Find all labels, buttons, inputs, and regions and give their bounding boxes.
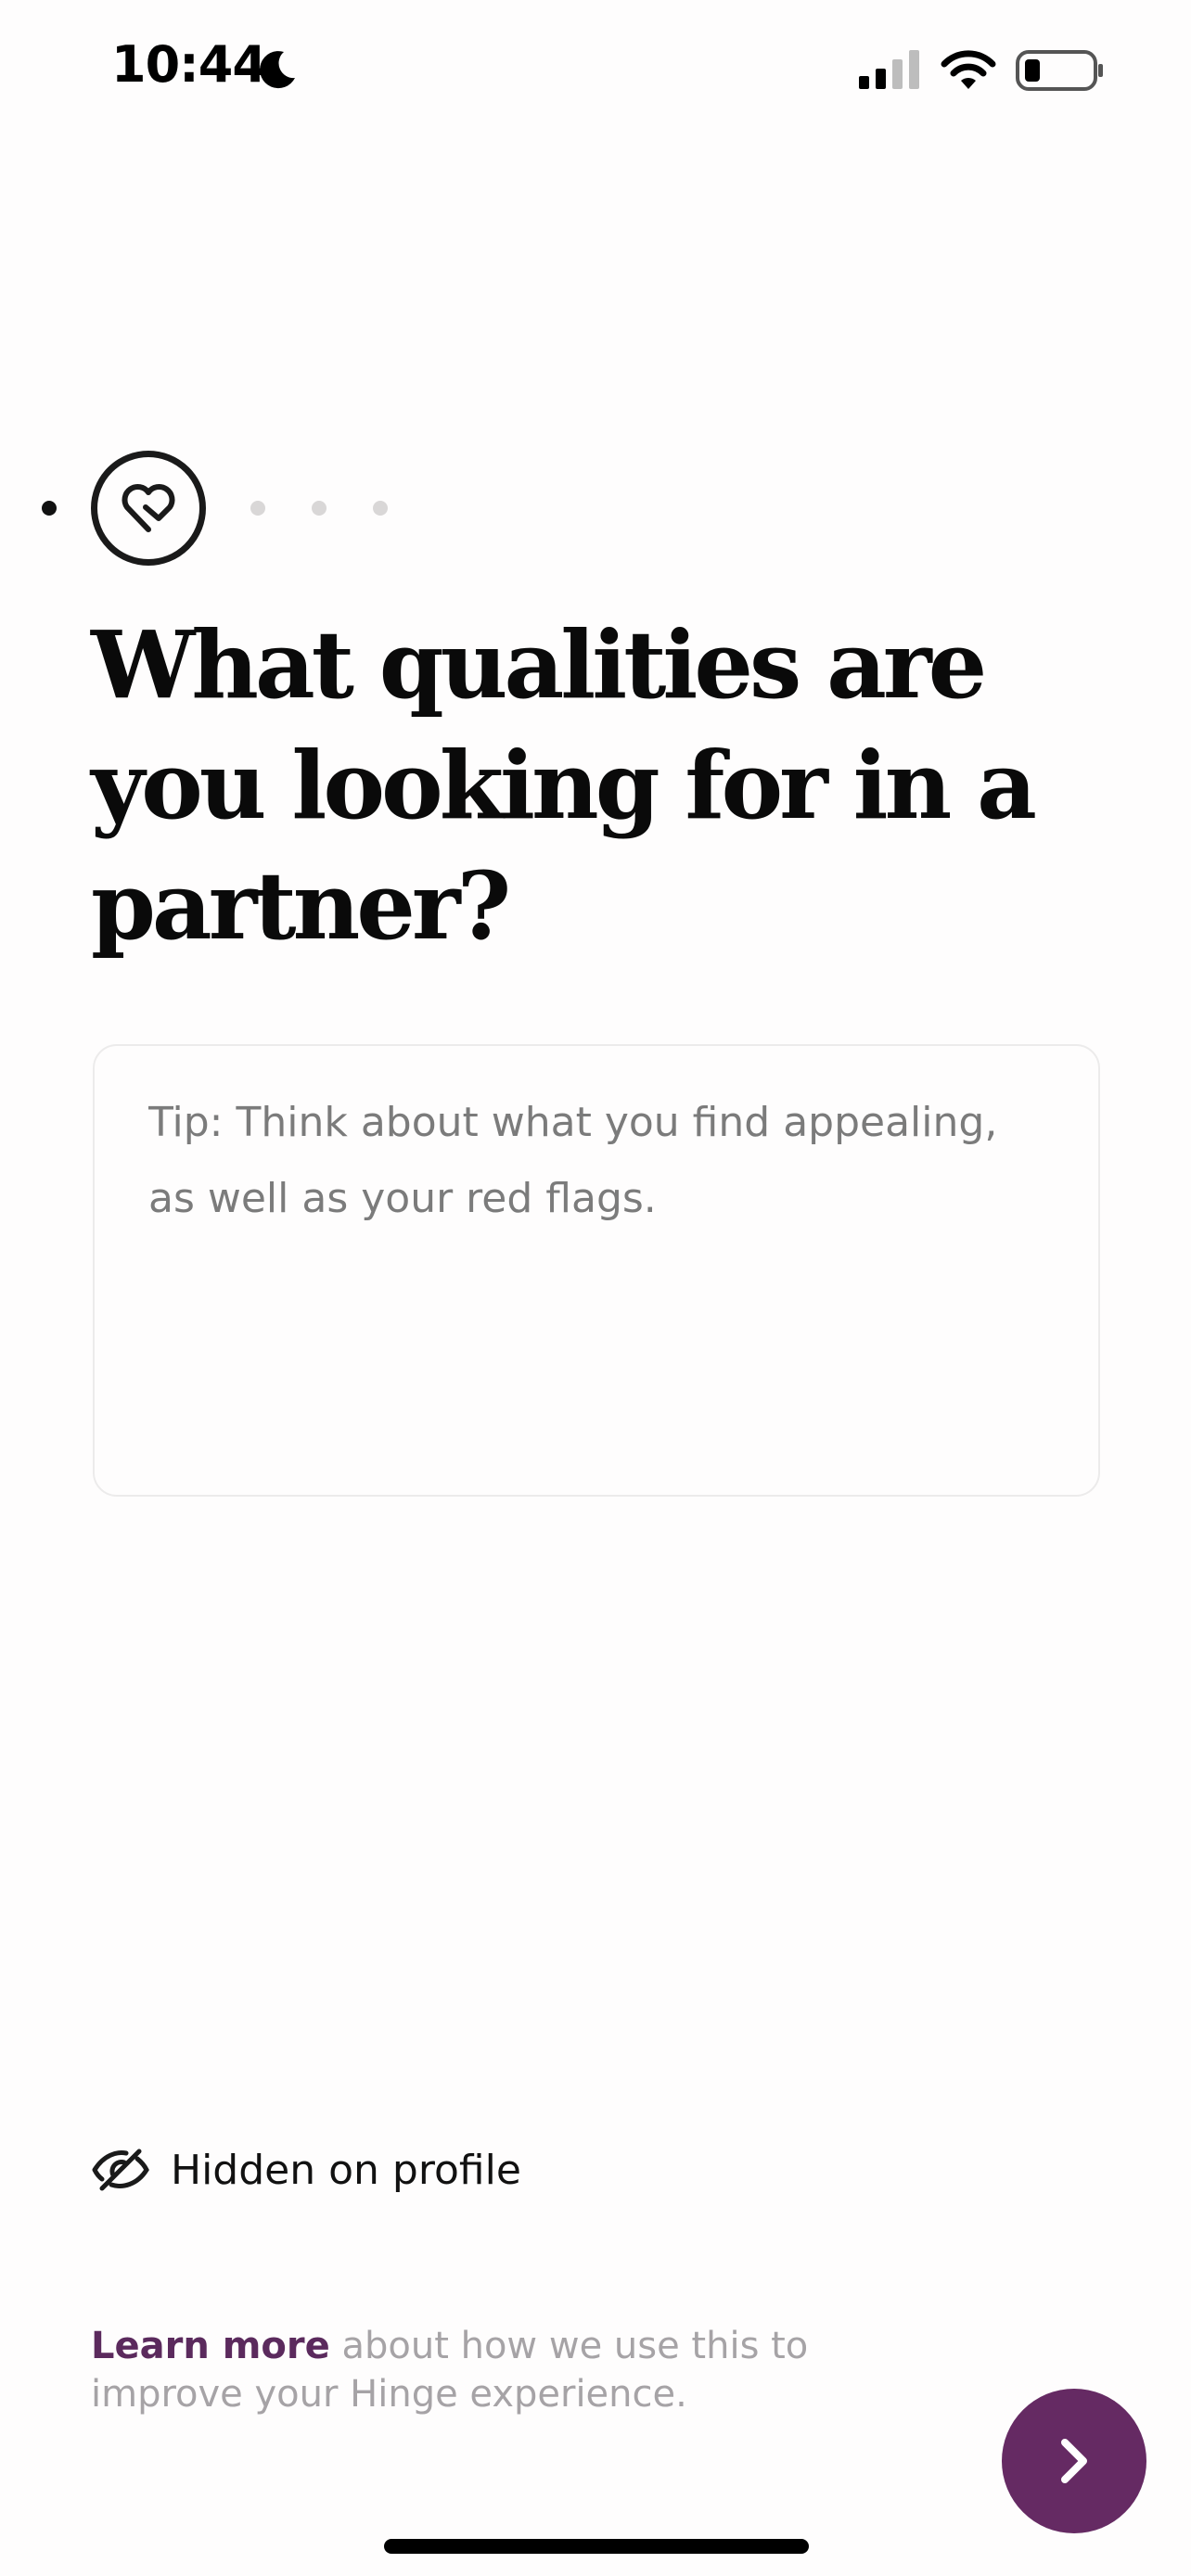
status-time: 10:44 xyxy=(111,35,267,94)
footer-text: Learn more about how we use this to impr… xyxy=(91,2322,944,2418)
visibility-label: Hidden on profile xyxy=(171,2146,521,2194)
answer-box[interactable] xyxy=(93,1044,1100,1497)
progress-dot-pending xyxy=(250,501,265,516)
heart-icon xyxy=(122,484,175,532)
screen: 10:44 What qualities are you looking for… xyxy=(0,0,1191,2576)
progress-step-current xyxy=(91,451,206,566)
question-title: What qualities are you looking for in a … xyxy=(91,610,1037,961)
signal-icon xyxy=(859,50,919,89)
progress-dot-completed xyxy=(42,501,57,516)
progress-dot-pending xyxy=(373,501,388,516)
moon-icon xyxy=(260,51,295,89)
visibility-row[interactable]: Hidden on profile xyxy=(91,2146,521,2194)
progress-dot-pending xyxy=(312,501,327,516)
chevron-right-icon xyxy=(1061,2439,1087,2483)
home-indicator[interactable] xyxy=(384,2539,809,2554)
battery-icon xyxy=(1016,50,1103,91)
next-button[interactable] xyxy=(1002,2389,1146,2533)
wifi-icon xyxy=(941,50,996,89)
learn-more-link[interactable]: Learn more xyxy=(91,2325,330,2367)
answer-input[interactable] xyxy=(148,1085,1044,1456)
eye-off-icon xyxy=(92,2149,149,2191)
